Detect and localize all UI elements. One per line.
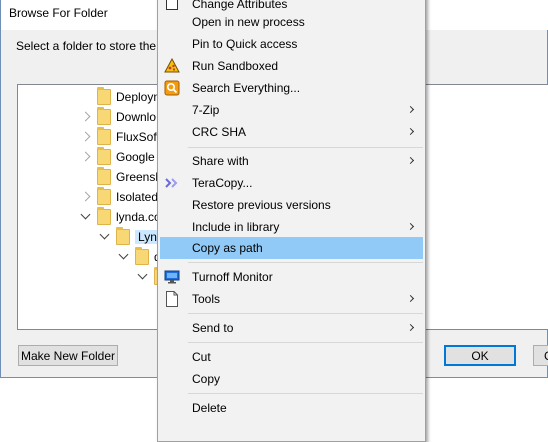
menu-item-delete[interactable]: Delete: [160, 397, 423, 419]
menu-item-search-everything[interactable]: Search Everything...: [160, 77, 423, 99]
tree-item-label: Downlo: [116, 110, 157, 124]
tree-item[interactable]: Google: [79, 147, 155, 167]
chevron-right-icon[interactable]: [79, 150, 93, 164]
document-icon: [164, 291, 180, 307]
menu-separator: [188, 313, 423, 314]
chevron-right-icon[interactable]: [79, 130, 93, 144]
make-new-folder-button[interactable]: Make New Folder: [18, 345, 118, 366]
chevron-down-icon[interactable]: [117, 250, 131, 264]
menu-item-label: Send to: [192, 321, 234, 335]
menu-item-label: Include in library: [192, 220, 280, 234]
tree-item-label: Greensh: [116, 170, 163, 184]
menu-item-label: Share with: [192, 154, 249, 168]
menu-item-7zip[interactable]: 7-Zip: [160, 99, 423, 121]
menu-item-crc-sha[interactable]: CRC SHA: [160, 121, 423, 143]
folder-icon: [97, 87, 111, 105]
menu-item-cut[interactable]: Cut: [160, 346, 423, 368]
menu-item-label: Delete: [192, 401, 227, 415]
menu-item-copy[interactable]: Copy: [160, 368, 423, 390]
menu-item-label: Run Sandboxed: [192, 59, 279, 73]
chevron-right-icon[interactable]: [79, 190, 93, 204]
menu-separator: [188, 262, 423, 263]
menu-item-label: Tools: [192, 292, 221, 306]
tree-item[interactable]: Greensh: [79, 167, 162, 187]
chevron-right-icon: [406, 323, 415, 332]
chevron-right-icon: [406, 294, 415, 303]
menu-item-label: Turnoff Monitor: [192, 270, 273, 284]
menu-item-label: Change Attributes: [192, 0, 288, 11]
menu-separator: [188, 393, 423, 394]
menu-item-restore-previous-versions[interactable]: Restore previous versions: [160, 194, 423, 216]
chevron-right-icon: [406, 222, 415, 231]
menu-item-copy-as-path[interactable]: Copy as path: [160, 237, 423, 259]
menu-item-label: Pin to Quick access: [192, 37, 298, 51]
tree-item[interactable]: lynda.co: [79, 207, 161, 227]
tree-item-label: Google: [116, 150, 155, 164]
menu-item-share-with[interactable]: Share with: [160, 150, 423, 172]
tree-item[interactable]: Isolated: [79, 187, 158, 207]
tree-item-label: Isolated: [116, 190, 159, 204]
menu-item-pin-to-quick-access[interactable]: Pin to Quick access: [160, 33, 423, 55]
menu-item-include-in-library[interactable]: Include in library: [160, 216, 423, 238]
folder-icon: [97, 207, 111, 225]
menu-item-open-in-new-process[interactable]: Open in new process: [160, 11, 423, 33]
sandboxie-icon: [164, 58, 180, 74]
tree-item[interactable]: Downlo: [79, 107, 156, 127]
menu-item-teracopy[interactable]: TeraCopy...: [160, 172, 423, 194]
teracopy-icon: [164, 175, 180, 191]
dialog-title: Browse For Folder: [9, 6, 108, 20]
monitor-icon: [164, 269, 180, 285]
context-menu: Change Attributes Open in new process Pi…: [157, 0, 426, 442]
folder-icon: [97, 167, 111, 185]
chevron-right-icon: [406, 105, 415, 114]
tree-item[interactable]: d: [117, 247, 161, 267]
chevron-right-icon: [406, 156, 415, 165]
tree-item[interactable]: Deploym: [79, 87, 163, 107]
menu-item-label: Copy as path: [192, 241, 263, 255]
chevron-down-icon[interactable]: [98, 230, 112, 244]
menu-item-tools[interactable]: Tools: [160, 288, 423, 310]
menu-item-turnoff-monitor[interactable]: Turnoff Monitor: [160, 266, 423, 288]
menu-item-run-sandboxed[interactable]: Run Sandboxed: [160, 55, 423, 77]
chevron-right-icon[interactable]: [79, 110, 93, 124]
menu-item-label: Copy: [192, 372, 221, 386]
menu-item-send-to[interactable]: Send to: [160, 317, 423, 339]
chevron-down-icon[interactable]: [79, 210, 93, 224]
menu-item-label: CRC SHA: [192, 125, 247, 139]
menu-separator: [188, 147, 423, 148]
menu-separator: [188, 342, 423, 343]
ok-button[interactable]: OK: [444, 345, 516, 366]
folder-icon: [135, 247, 149, 265]
menu-item-label: Open in new process: [192, 15, 305, 29]
folder-icon: [97, 147, 111, 165]
menu-item-label: Search Everything...: [192, 81, 301, 95]
menu-item-label: Restore previous versions: [192, 198, 331, 212]
menu-item-label: Cut: [192, 350, 211, 364]
search-everything-icon: [164, 80, 180, 96]
cancel-button[interactable]: C: [533, 345, 548, 366]
tree-item-label: lynda.co: [116, 210, 161, 224]
menu-item-label: 7-Zip: [192, 103, 220, 117]
chevron-right-icon: [406, 127, 415, 136]
folder-icon: [97, 187, 111, 205]
menu-item-label: TeraCopy...: [192, 176, 253, 190]
folder-icon: [97, 107, 111, 125]
tree-item[interactable]: FluxSoft: [79, 127, 160, 147]
folder-icon: [116, 227, 130, 245]
folder-icon: [97, 127, 111, 145]
chevron-down-icon[interactable]: [136, 270, 150, 284]
tree-item-label: FluxSoft: [116, 130, 161, 144]
